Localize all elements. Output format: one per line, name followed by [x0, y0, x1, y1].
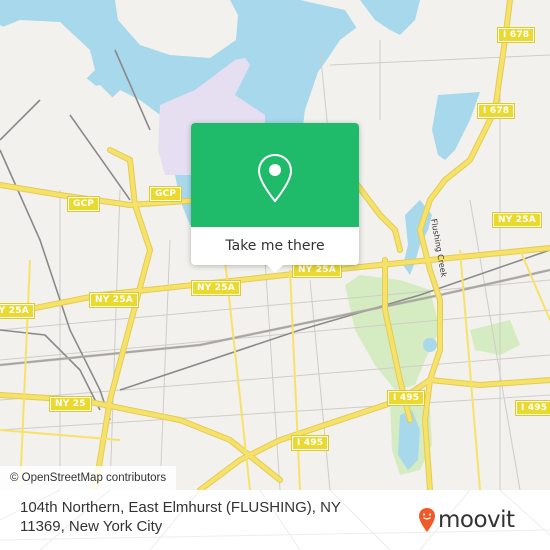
road-shield-ny25: NY 25 — [49, 396, 92, 412]
map-attribution[interactable]: © OpenStreetMap contributors — [0, 466, 177, 490]
popup-header — [191, 123, 359, 227]
road-shield-i495: I 495 — [514, 400, 550, 416]
road-shield-ny25a: NY 25A — [89, 292, 139, 308]
map-view[interactable]: I 678 I 678 GCP GCP NY 25A NY 25A NY 25A… — [0, 0, 550, 490]
map-pin-icon — [257, 153, 293, 203]
secondary-roads — [0, 249, 550, 490]
road-shield-i495: I 495 — [386, 390, 426, 406]
address-text: 104th Northern, East Elmhurst (FLUSHING)… — [20, 499, 341, 535]
take-me-there-button[interactable]: Take me there — [191, 227, 359, 265]
destination-popup: Take me there — [191, 123, 359, 273]
road-shield-gcp: GCP — [148, 186, 183, 202]
road-shield-ny25a: NY 25A — [292, 262, 342, 278]
moovit-logo[interactable]: moovit — [418, 504, 515, 536]
footer: 104th Northern, East Elmhurst (FLUSHING)… — [0, 490, 550, 550]
moovit-pin-icon — [419, 508, 435, 532]
moovit-wordmark: moovit — [438, 507, 515, 533]
road-shield-ny25a: NY 25A — [492, 212, 542, 228]
popup-pointer — [266, 264, 284, 273]
road-shield-ny25a: NY 25A — [191, 280, 241, 296]
road-shield-i495: I 495 — [290, 435, 330, 451]
road-shield-i678: I 678 — [496, 27, 536, 43]
road-shield-ny25a: NY 25A — [0, 303, 35, 319]
road-shield-i678: I 678 — [476, 103, 516, 119]
road-shield-gcp: GCP — [66, 196, 101, 212]
